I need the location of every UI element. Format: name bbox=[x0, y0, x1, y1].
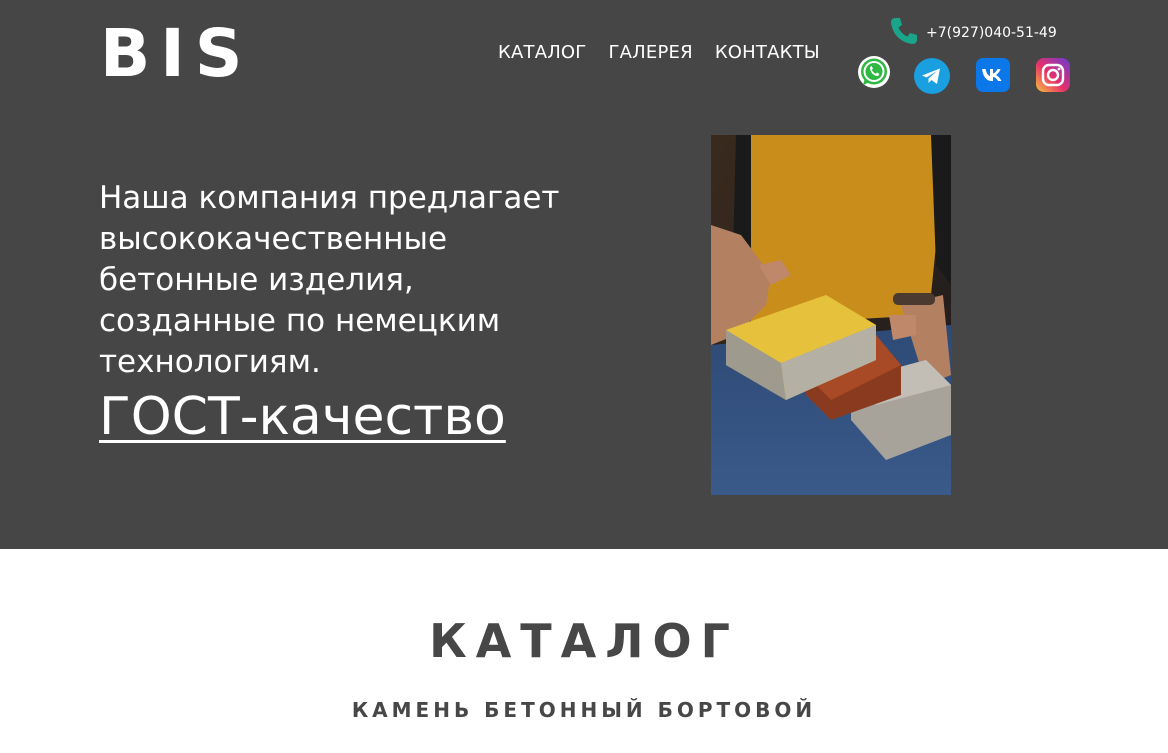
social-links bbox=[857, 55, 1077, 95]
hero-tagline: Наша компания предлагает высококачествен… bbox=[99, 180, 560, 380]
hero-section: BIS КАТАЛОГ ГАЛЕРЕЯ КОНТАКТЫ +7(927)040-… bbox=[0, 0, 1168, 549]
paving-stones-photo bbox=[711, 135, 951, 495]
nav-catalog[interactable]: КАТАЛОГ bbox=[498, 42, 586, 64]
nav-contacts[interactable]: КОНТАКТЫ bbox=[715, 42, 820, 64]
catalog-title: КАТАЛОГ bbox=[429, 614, 739, 668]
logo[interactable]: BIS bbox=[100, 14, 252, 94]
instagram-icon[interactable] bbox=[1036, 58, 1070, 92]
main-nav: КАТАЛОГ ГАЛЕРЕЯ КОНТАКТЫ bbox=[498, 42, 820, 64]
phone-number[interactable]: +7(927)040-51-49 bbox=[926, 23, 1057, 43]
phone-contact[interactable]: +7(927)040-51-49 bbox=[888, 15, 1057, 51]
vk-icon[interactable] bbox=[976, 58, 1010, 92]
gost-quality-link[interactable]: ГОСТ-качество bbox=[99, 382, 506, 452]
telegram-icon[interactable] bbox=[914, 58, 950, 94]
whatsapp-icon[interactable] bbox=[857, 55, 891, 89]
catalog-subtitle: КАМЕНЬ БЕТОННЫЙ БОРТОВОЙ bbox=[351, 698, 817, 722]
nav-gallery[interactable]: ГАЛЕРЕЯ bbox=[608, 42, 692, 64]
phone-icon bbox=[888, 15, 920, 51]
